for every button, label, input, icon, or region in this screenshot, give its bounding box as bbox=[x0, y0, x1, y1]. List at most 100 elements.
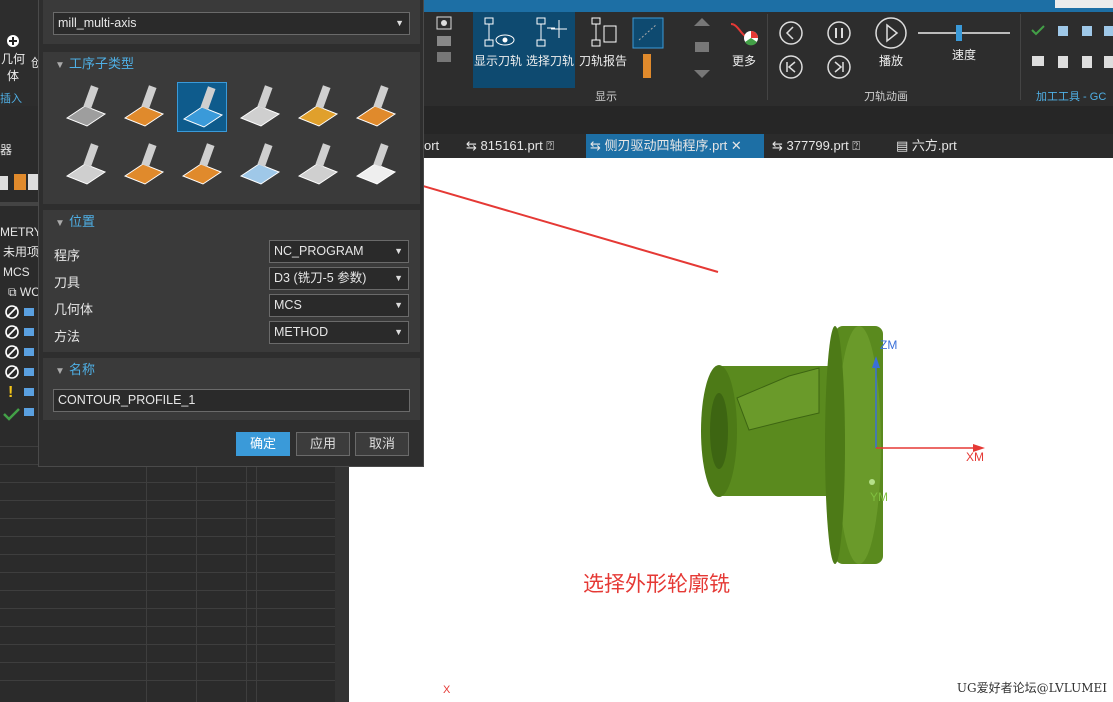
mill-user-icon[interactable] bbox=[293, 140, 343, 190]
group-separator bbox=[767, 14, 768, 100]
nav-row-unused[interactable]: 未用项 bbox=[3, 242, 39, 262]
generic-motion-icon-glyph bbox=[65, 143, 107, 185]
name-section: ▼ 名称 CONTOUR_PROFILE_1 bbox=[43, 358, 420, 420]
show-toolpath-button[interactable]: 显示刀轨 bbox=[473, 16, 523, 69]
part-model[interactable] bbox=[349, 158, 1113, 702]
type-select[interactable]: mill_multi-axis ▼ bbox=[53, 12, 410, 35]
display-group-label: 显示 bbox=[595, 91, 617, 103]
toolpath-report-button[interactable]: 刀轨报告 bbox=[578, 16, 628, 69]
fixed-contour-icon-glyph bbox=[239, 85, 281, 127]
small-tools-icon[interactable] bbox=[436, 16, 454, 66]
ok-button[interactable]: 确定 bbox=[236, 432, 290, 456]
chevron-down-icon: ▼ bbox=[394, 327, 403, 337]
program-label: 程序 bbox=[54, 248, 81, 263]
subtype-header[interactable]: ▼ 工序子类型 bbox=[43, 52, 420, 76]
speed-label: 速度 bbox=[952, 48, 977, 62]
part-file-icon: ⇆ bbox=[590, 138, 605, 153]
navigator-toolbar-icons[interactable] bbox=[0, 170, 38, 198]
grid-line bbox=[0, 590, 335, 591]
grid-line bbox=[0, 554, 335, 555]
grid-line bbox=[0, 680, 335, 681]
fixed-contour-icon[interactable] bbox=[235, 82, 285, 132]
generic-motion-icon[interactable] bbox=[61, 140, 111, 190]
last-frame-icon[interactable] bbox=[826, 54, 852, 80]
axis-xm-label: XM bbox=[966, 450, 984, 464]
more-button[interactable]: 更多 bbox=[724, 16, 764, 69]
location-header[interactable]: ▼ 位置 bbox=[43, 210, 420, 234]
method-label: 方法 bbox=[54, 329, 81, 344]
document-icon-glyph bbox=[355, 143, 397, 185]
contour-profile-icon-glyph bbox=[182, 86, 224, 128]
turbine-blade-icon[interactable] bbox=[119, 140, 169, 190]
step-arrows-icon[interactable] bbox=[692, 16, 712, 80]
program-select[interactable]: NC_PROGRAM ▼ bbox=[269, 240, 409, 263]
contour-profile-icon[interactable] bbox=[177, 82, 227, 132]
svg-text:!: ! bbox=[8, 384, 13, 401]
pause-icon[interactable] bbox=[826, 20, 852, 46]
tube-finish-icon[interactable] bbox=[351, 82, 401, 132]
chevron-down-icon: ▼ bbox=[394, 246, 403, 256]
tab-file-1[interactable]: ⇆ 815161.prt ⍰ bbox=[462, 134, 582, 158]
tube-rough-icon[interactable] bbox=[293, 82, 343, 132]
search-box[interactable] bbox=[1055, 0, 1113, 8]
speed-slider[interactable] bbox=[918, 25, 1010, 41]
grid-line bbox=[0, 572, 335, 573]
step-back-icon[interactable] bbox=[778, 20, 804, 46]
graphics-viewport[interactable]: ZM XM YM 选择外形轮廓铣 X UG爱好者论坛@LVLUMEI bbox=[349, 158, 1113, 702]
tool-select[interactable]: D3 (铣刀-5 参数) ▼ bbox=[269, 267, 409, 290]
navigator-scroll bbox=[0, 202, 38, 206]
collapse-icon: ▼ bbox=[55, 60, 65, 71]
nav-row-wcs[interactable]: ⧉ WC bbox=[8, 282, 40, 302]
grid-column-line bbox=[196, 466, 197, 702]
location-section: ▼ 位置 程序 NC_PROGRAM ▼ 刀具 D3 (铣刀-5 参数) ▼ 几何体 … bbox=[43, 210, 420, 352]
tab-file-active[interactable]: ⇆ 侧刃驱动四轴程序.prt ✕ bbox=[586, 134, 764, 158]
geometry-button[interactable]: 几何体 bbox=[0, 34, 26, 84]
navigator-header: 器 bbox=[0, 143, 13, 157]
variable-contour-icon-glyph bbox=[65, 85, 107, 127]
grid-line bbox=[0, 482, 335, 483]
cancel-button[interactable]: 取消 bbox=[355, 432, 409, 456]
group-separator bbox=[1020, 14, 1021, 100]
tab-close-icon[interactable]: ✕ bbox=[727, 138, 742, 153]
tab-close-icon[interactable]: ⍰ bbox=[543, 138, 554, 153]
create-operation-dialog: mill_multi-axis ▼ ▼ 工序子类型 ▼ 位置 程序 NC_PROGRA… bbox=[38, 0, 424, 467]
tool-display-icon[interactable] bbox=[631, 16, 665, 80]
axis-zm-label: ZM bbox=[880, 338, 898, 352]
file-tab-bar: ort ⇆ 815161.prt ⍰ ⇆ 侧刃驱动四轴程序.prt ✕ ⇆ 37… bbox=[420, 134, 1113, 158]
nav-row-geometry[interactable]: METRY bbox=[0, 222, 42, 242]
document-icon[interactable] bbox=[351, 140, 401, 190]
more-icon bbox=[730, 23, 758, 46]
geometry-select[interactable]: MCS ▼ bbox=[269, 294, 409, 317]
operation-name-input[interactable]: CONTOUR_PROFILE_1 bbox=[53, 389, 410, 412]
select-toolpath-button[interactable]: 选择刀轨 bbox=[525, 16, 575, 69]
tab-file-4[interactable]: ▤ 六方.prt bbox=[892, 134, 982, 158]
animation-group-label: 刀轨动画 bbox=[864, 91, 908, 103]
name-header[interactable]: ▼ 名称 bbox=[43, 358, 420, 382]
ribbon-tab-strip bbox=[420, 0, 1113, 12]
annotation-text: 选择外形轮廓铣 bbox=[583, 573, 730, 596]
first-frame-icon[interactable] bbox=[778, 54, 804, 80]
tab-file-0[interactable]: ort bbox=[420, 134, 458, 158]
chevron-down-icon: ▼ bbox=[395, 18, 404, 28]
machining-tools-icons[interactable] bbox=[1030, 22, 1113, 74]
variable-streamline-icon[interactable] bbox=[119, 82, 169, 132]
apply-button[interactable]: 应用 bbox=[296, 432, 350, 456]
collapse-icon: ▼ bbox=[55, 366, 65, 377]
play-button[interactable]: 播放 bbox=[872, 16, 910, 69]
tab-file-3[interactable]: ⇆ 377799.prt ⍰ bbox=[768, 134, 888, 158]
nav-row-mcs[interactable]: MCS bbox=[3, 262, 30, 282]
turbine-blade-icon-glyph bbox=[123, 143, 165, 185]
operation-status-icons: ! bbox=[3, 305, 34, 421]
method-select[interactable]: METHOD ▼ bbox=[269, 321, 409, 344]
grid-line bbox=[0, 644, 335, 645]
watermark-text: UG爱好者论坛@LVLUMEI bbox=[956, 681, 1107, 695]
speed-slider-thumb[interactable] bbox=[956, 25, 962, 41]
variable-contour-icon[interactable] bbox=[61, 82, 111, 132]
turbine-hub-icon[interactable] bbox=[177, 140, 227, 190]
grid-line bbox=[0, 500, 335, 501]
surface-contour-icon[interactable] bbox=[235, 140, 285, 190]
type-section: mill_multi-axis ▼ bbox=[43, 0, 420, 44]
tab-close-icon[interactable]: ⍰ bbox=[849, 138, 860, 153]
collapse-icon: ▼ bbox=[55, 218, 65, 229]
grid-line bbox=[0, 662, 335, 663]
